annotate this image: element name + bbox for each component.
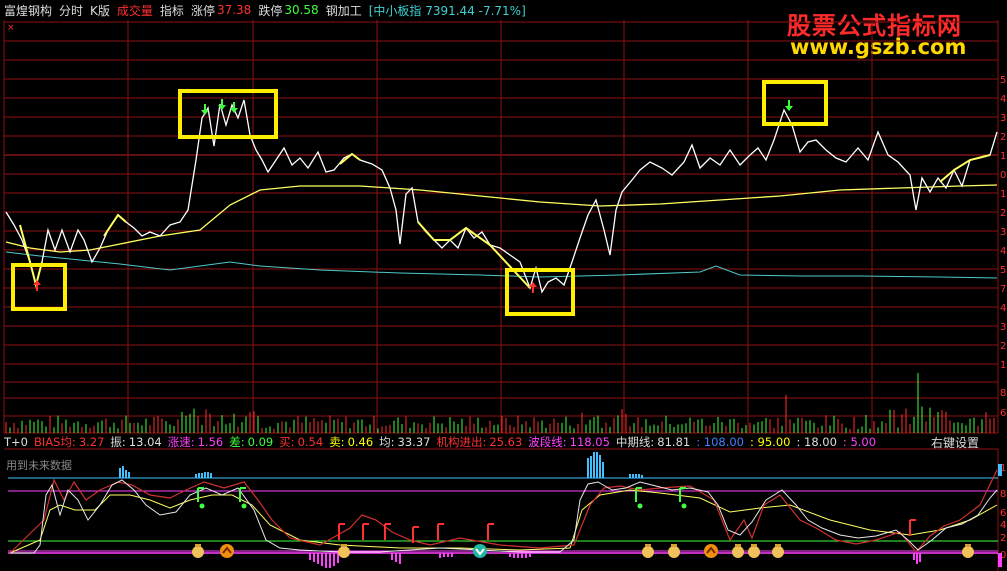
scale-label: 2 (1000, 341, 1006, 352)
money-bag-icon (962, 546, 974, 558)
scale-label: 2 (1000, 132, 1006, 143)
timeshare-chart[interactable]: 543210123457432186186420 × (0, 0, 1007, 571)
indicator-item-value: 1.56 (197, 434, 224, 449)
indicator-item: 中期线: 81.81 (616, 434, 690, 450)
scale-label: 4 (1000, 94, 1006, 105)
indicator-item-label: BIAS均: (33, 434, 76, 449)
indicator-item-label: 卖: (329, 434, 345, 449)
indicator-item: 机构进出: 25.63 (436, 434, 522, 450)
scale-label: 6 (1000, 508, 1006, 519)
scale-label: 3 (1000, 227, 1006, 238)
indicator-item: 买: 0.54 (279, 434, 323, 450)
money-bag-icon (965, 544, 971, 547)
money-bag-icon (192, 546, 204, 558)
right-click-settings[interactable]: 右键设置 (931, 434, 979, 451)
indicator-item-label: 振: (110, 434, 126, 449)
close-icon[interactable]: × (7, 23, 15, 33)
scale-label: 1 (1000, 360, 1006, 371)
scale-label: 8 (1000, 489, 1006, 500)
sell-dot-icon (637, 503, 643, 509)
right-scale: 543210123457432186186420 (1000, 75, 1006, 561)
chevron-up-icon (704, 544, 718, 558)
scale-label: 5 (1000, 265, 1006, 276)
price-grid (3, 20, 999, 571)
indicator-item-value: 0.54 (297, 434, 324, 449)
indicator-item: 波段线: 118.05 (528, 434, 610, 450)
highlight-segment (103, 213, 127, 237)
money-bag-icon (775, 544, 781, 547)
indicator-item: BIAS均: 3.27 (34, 434, 104, 450)
money-bag-icon (735, 544, 741, 547)
extra-value-3: : 18.00 (796, 434, 837, 449)
money-bag-icon (338, 546, 350, 558)
mode-label[interactable]: T+0 (4, 435, 28, 449)
indicator-item-value: 81.81 (657, 434, 691, 449)
scale-label: 2 (1000, 533, 1006, 544)
scale-marker (998, 553, 1002, 567)
indicator-item-value: 118.05 (569, 434, 610, 449)
indicator-item-label: 差: (229, 434, 245, 449)
scale-label: 4 (1000, 246, 1006, 257)
indicator-item-value: 25.63 (489, 434, 523, 449)
extra-value-1: : 108.00 (696, 434, 745, 449)
indicator-item: 均: 33.37 (379, 434, 430, 450)
scale-label: 3 (1000, 113, 1006, 124)
indicator-panel (8, 452, 1002, 568)
sell-arrow-icon (785, 100, 793, 111)
scale-label: 1 (1000, 151, 1006, 162)
indicator-item-value: 13.04 (128, 434, 162, 449)
money-bag-icon (341, 544, 347, 547)
scale-label: 2 (1000, 208, 1006, 219)
scale-label: 4 (1000, 303, 1006, 314)
scale-marker (998, 464, 1002, 476)
money-bag-icon (751, 544, 757, 547)
indicator-item: 卖: 0.46 (329, 434, 373, 450)
money-bag-icon (772, 546, 784, 558)
indicator-item-label: 中期线: (615, 434, 655, 449)
sell-dot-icon (241, 503, 247, 509)
money-bag-icon (645, 544, 651, 547)
scale-label: 0 (1000, 170, 1006, 181)
money-bag-icon (732, 546, 744, 558)
scale-label: 3 (1000, 322, 1006, 333)
indicator-item-label: 买: (279, 434, 295, 449)
money-bag-icon (671, 544, 677, 547)
future-data-note: 用到未来数据 (6, 459, 72, 472)
indicator-item: 振: 13.04 (110, 434, 161, 450)
money-bag-icon (642, 546, 654, 558)
indicator-item-label: 波段线: (528, 434, 567, 449)
money-bag-icon (748, 546, 760, 558)
indicator-bar: T+0 BIAS均: 3.27 振: 13.04 涨速: 1.56 差: 0.09 买: 0.54… (0, 434, 1007, 449)
highlight-segment (417, 221, 531, 289)
extra-value-4: : 5.00 (842, 434, 877, 449)
indicator-item-label: 机构进出: (436, 434, 487, 449)
chevron-up-icon (220, 544, 234, 558)
scale-label: 5 (1000, 75, 1006, 86)
sell-dot-icon (681, 503, 687, 509)
scale-label: 4 (1000, 520, 1006, 531)
indicator-item-label: 均: (379, 434, 395, 449)
indicator-yellow-line (9, 489, 998, 554)
scale-label: 1 (1000, 189, 1006, 200)
indicator-item: 涨速: 1.56 (168, 434, 223, 450)
indicator-item-value: 0.46 (347, 434, 374, 449)
money-bag-icon (195, 544, 201, 547)
scale-label: 8 (1000, 388, 1006, 399)
indicator-item-value: 0.09 (247, 434, 274, 449)
signal-box (762, 80, 828, 126)
sell-dot-icon (199, 503, 205, 509)
extra-value-2: : 95.00 (750, 434, 791, 449)
chevron-down-icon (473, 544, 487, 558)
indicator-item-value: 3.27 (78, 434, 105, 449)
scale-label: 6 (1000, 408, 1006, 419)
indicator-item-value: 33.37 (397, 434, 431, 449)
indicator-item: 差: 0.09 (229, 434, 273, 450)
indicator-item-label: 涨速: (167, 434, 195, 449)
scale-label: 7 (1000, 284, 1006, 295)
money-bag-icon (668, 546, 680, 558)
